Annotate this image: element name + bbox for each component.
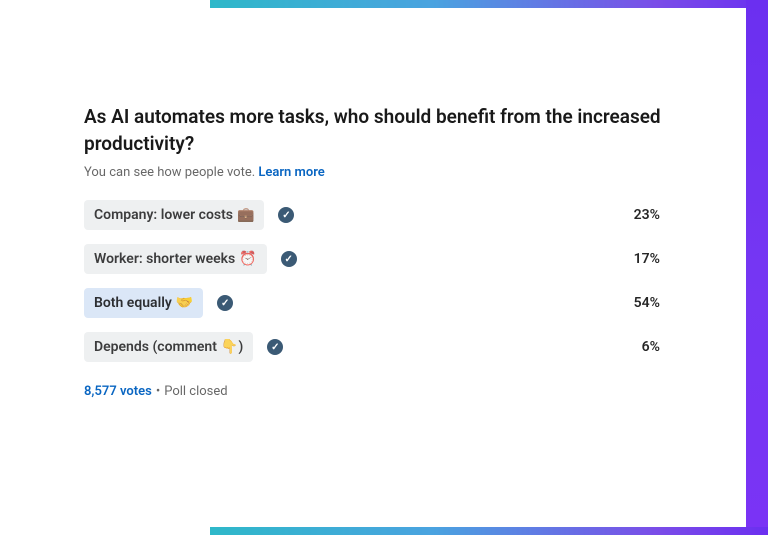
poll-option-row: Both equally 🤝 ✓ 54% (84, 286, 666, 320)
poll-option-percent: 6% (642, 339, 666, 355)
verified-check-icon: ✓ (267, 339, 283, 355)
pointing-down-icon: 👇 (221, 339, 238, 355)
poll-option-row: Depends (comment👇) ✓ 6% (84, 330, 666, 364)
poll-option-bar: Both equally 🤝 (84, 288, 203, 318)
poll-option[interactable]: Worker: shorter weeks ⏰ ✓ (84, 244, 634, 274)
poll-option-label: Depends (comment (94, 339, 217, 355)
poll-option-row: Company: lower costs 💼 ✓ 23% (84, 198, 666, 232)
poll-subtext: You can see how people vote. Learn more (84, 165, 666, 180)
poll-option[interactable]: Depends (comment👇) ✓ (84, 332, 642, 362)
poll-option-bar: Company: lower costs 💼 (84, 200, 264, 230)
handshake-icon: 🤝 (176, 295, 193, 311)
poll-option-label: Worker: shorter weeks (94, 251, 235, 267)
learn-more-link[interactable]: Learn more (258, 165, 324, 180)
poll-option-label: Company: lower costs (94, 207, 233, 223)
verified-check-icon: ✓ (278, 207, 294, 223)
poll-option-percent: 17% (634, 251, 666, 267)
briefcase-icon: 💼 (237, 207, 254, 223)
poll-card: As AI automates more tasks, who should b… (0, 8, 746, 527)
poll-option-percent: 54% (634, 295, 666, 311)
poll-subtext-text: You can see how people vote. (84, 165, 258, 180)
separator-dot: • (156, 384, 160, 399)
poll-question: As AI automates more tasks, who should b… (84, 104, 666, 157)
poll-option-row: Worker: shorter weeks ⏰ ✓ 17% (84, 242, 666, 276)
poll-option-label: Both equally (94, 295, 172, 311)
poll-option[interactable]: Both equally 🤝 ✓ (84, 288, 634, 318)
poll-option-bar: Worker: shorter weeks ⏰ (84, 244, 267, 274)
verified-check-icon: ✓ (217, 295, 233, 311)
poll-option-bar: Depends (comment👇) (84, 332, 253, 362)
poll-option[interactable]: Company: lower costs 💼 ✓ (84, 200, 634, 230)
votes-link[interactable]: 8,577 votes (84, 384, 152, 399)
poll-option-percent: 23% (634, 207, 666, 223)
poll-option-label-close: ) (238, 339, 243, 355)
poll-status: Poll closed (164, 384, 227, 399)
poll-footer: 8,577 votes • Poll closed (84, 384, 666, 399)
poll-options: Company: lower costs 💼 ✓ 23% Worker: sho… (84, 198, 666, 364)
alarm-clock-icon: ⏰ (239, 251, 256, 267)
verified-check-icon: ✓ (281, 251, 297, 267)
